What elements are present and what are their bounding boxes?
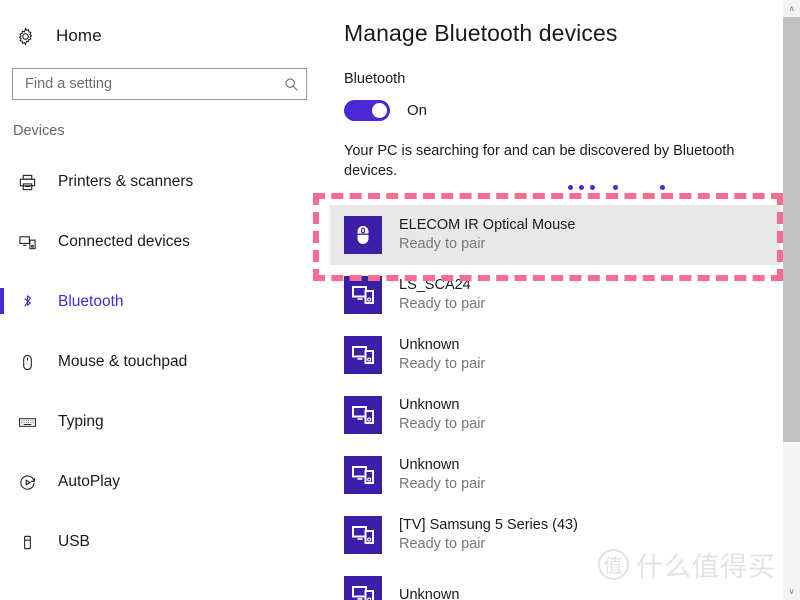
gear-icon [12,26,38,46]
sidebar-item-label: Connected devices [58,233,190,250]
device-row-ls-sca24[interactable]: LS_SCA24 Ready to pair [330,265,780,325]
device-row-unknown-3[interactable]: Unknown Ready to pair [330,445,780,505]
device-name: Unknown [399,337,460,353]
sidebar-item-label: Typing [58,413,104,430]
mouse-device-icon [344,216,382,254]
toggle-knob [372,103,387,118]
toggle-state-label: On [407,102,428,119]
device-name: ELECOM IR Optical Mouse [399,217,576,233]
monitor-phone-icon [344,276,382,314]
device-status: Ready to pair [399,296,486,312]
device-status: Ready to pair [399,356,486,372]
sidebar-item-typing[interactable]: Typing [0,402,330,442]
searching-dot-1 [568,185,573,190]
scrollbar-thumb[interactable] [783,17,800,442]
keyboard-icon [14,413,40,432]
sidebar-nav: Printers & scanners Connected devices Bl… [0,162,330,582]
device-name: LS_SCA24 [399,277,471,293]
bluetooth-toggle[interactable] [344,100,390,121]
page-title: Manage Bluetooth devices [344,20,618,46]
watermark-logo: 值 [598,549,629,580]
sidebar: Home Devices [0,0,330,600]
device-status: Ready to pair [399,536,486,552]
bluetooth-toggle-row[interactable]: On [344,100,427,121]
device-text: LS_SCA24 Ready to pair [399,276,485,314]
sidebar-item-label: AutoPlay [58,473,121,490]
monitor-phone-icon [344,456,382,494]
device-text: ELECOM IR Optical Mouse Ready to pair [399,216,575,254]
device-text: Unknown Ready to pair [399,336,485,374]
device-name: Unknown [399,457,460,473]
sidebar-section-title: Devices [13,123,65,139]
search-box[interactable] [12,68,307,100]
search-icon[interactable] [276,77,306,92]
monitor-phone-icon [344,576,382,600]
printer-icon [14,173,40,192]
searching-dot-4 [613,185,618,190]
device-row-elecom-mouse[interactable]: ELECOM IR Optical Mouse Ready to pair [330,205,780,265]
device-name: Unknown [399,586,460,600]
sidebar-item-label: Bluetooth [58,293,124,310]
scrollbar[interactable]: ∧ ∨ [783,0,800,600]
bluetooth-description: Your PC is searching for and can be disc… [344,143,735,179]
home-label: Home [56,26,102,45]
autoplay-icon [14,473,40,492]
sidebar-item-label: Printers & scanners [58,173,194,190]
searching-dot-5 [660,185,665,190]
device-text: [TV] Samsung 5 Series (43) Ready to pair [399,516,578,554]
monitor-phone-icon [344,516,382,554]
sidebar-item-home[interactable]: Home [12,20,102,52]
sidebar-item-label: USB [58,533,90,550]
monitor-phone-icon [344,396,382,434]
connected-devices-icon [14,233,40,252]
searching-dot-2 [579,185,584,190]
selection-indicator [0,288,4,314]
sidebar-item-label: Mouse & touchpad [58,353,188,370]
watermark: 值 什么值得买 [598,545,776,584]
sidebar-item-connected-devices[interactable]: Connected devices [0,222,330,262]
device-text: Unknown Ready to pair [399,456,485,494]
scroll-down-arrow-icon[interactable]: ∨ [783,583,800,600]
search-input[interactable] [13,76,276,92]
mouse-icon [14,353,40,372]
monitor-phone-icon [344,336,382,374]
device-name: [TV] Samsung 5 Series (43) [399,517,578,533]
sidebar-item-autoplay[interactable]: AutoPlay [0,462,330,502]
device-text: Unknown [399,586,459,600]
sidebar-item-bluetooth[interactable]: Bluetooth [0,282,330,322]
settings-window: Home Devices [0,0,800,600]
bluetooth-icon [14,293,40,312]
device-row-unknown-1[interactable]: Unknown Ready to pair [330,325,780,385]
device-status: Ready to pair [399,236,486,252]
sidebar-item-mouse-touchpad[interactable]: Mouse & touchpad [0,342,330,382]
device-status: Ready to pair [399,476,486,492]
bluetooth-device-list: ELECOM IR Optical Mouse Ready to pair LS… [330,205,780,600]
searching-dot-3 [590,185,595,190]
main-panel: Manage Bluetooth devices Bluetooth On Yo… [330,0,780,600]
bluetooth-label: Bluetooth [344,71,406,87]
searching-indicator [330,185,780,195]
device-row-unknown-2[interactable]: Unknown Ready to pair [330,385,780,445]
scroll-up-arrow-icon[interactable]: ∧ [783,0,800,17]
usb-icon [14,533,40,552]
watermark-text: 什么值得买 [636,552,776,582]
device-status: Ready to pair [399,416,486,432]
device-name: Unknown [399,397,460,413]
sidebar-item-usb[interactable]: USB [0,522,330,562]
device-text: Unknown Ready to pair [399,396,485,434]
sidebar-item-printers-scanners[interactable]: Printers & scanners [0,162,330,202]
